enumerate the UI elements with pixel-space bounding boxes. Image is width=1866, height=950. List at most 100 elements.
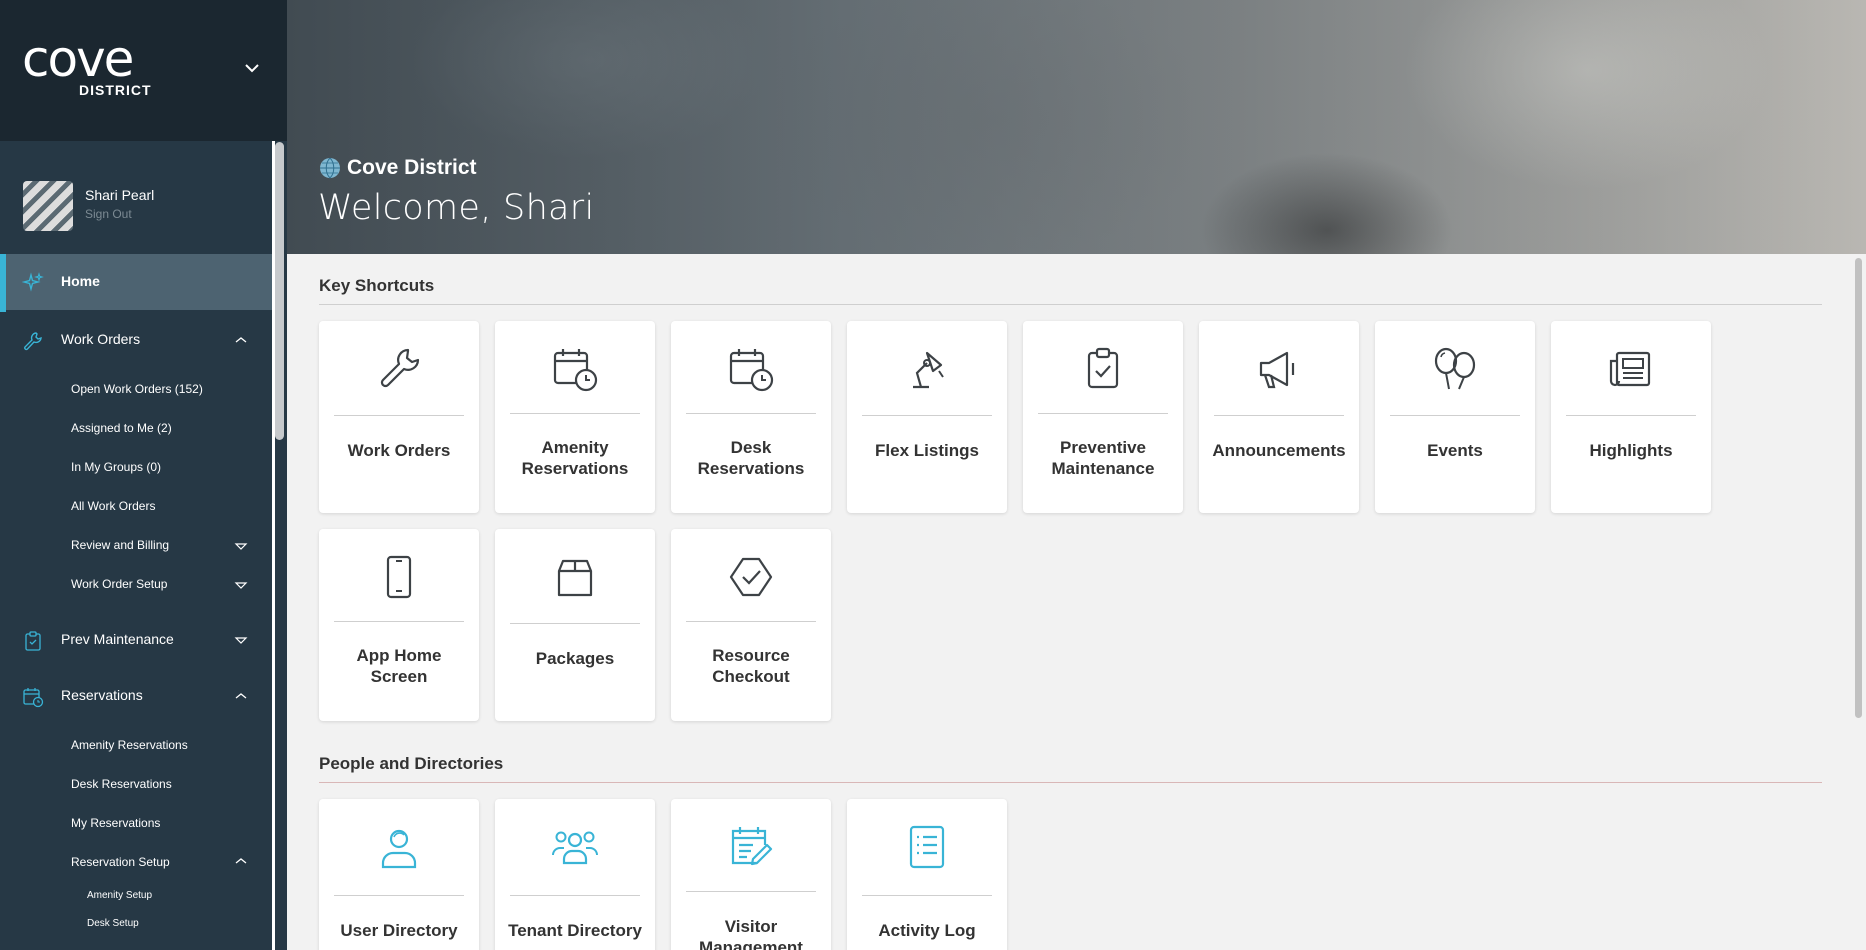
shortcut-activity-log[interactable]: Activity Log [847, 799, 1007, 950]
section-title-key-shortcuts: Key Shortcuts [319, 276, 435, 295]
sidebar-subitem-all-work-orders[interactable]: All Work Orders [71, 499, 155, 513]
sidebar-subitem-in-my-groups[interactable]: In My Groups (0) [71, 460, 161, 474]
tile-label: Visitor Management [699, 917, 803, 950]
phone-icon [386, 555, 412, 599]
chevron-down-icon[interactable] [234, 634, 248, 646]
tile-divider [686, 891, 816, 892]
shortcut-highlights[interactable]: Highlights [1551, 321, 1711, 513]
tile-divider [334, 621, 464, 622]
section-title-people-directories: People and Directories [319, 754, 504, 773]
shortcut-visitor-management[interactable]: Visitor Management [671, 799, 831, 950]
shortcut-announcements[interactable]: Announcements [1199, 321, 1359, 513]
sidebar-scroll-thumb[interactable] [275, 142, 284, 440]
sidebar-subitem-amenity-setup[interactable]: Amenity Setup [87, 890, 152, 901]
sidebar-subitem-work-order-setup[interactable]: Work Order Setup [71, 577, 167, 591]
sparkle-icon [22, 272, 44, 292]
wrench-icon [24, 332, 42, 351]
sidebar-item-label: Work Orders [61, 331, 141, 347]
logo-word: cove [22, 30, 134, 88]
sidebar-item-work-orders[interactable]: Work Orders [0, 312, 272, 368]
sidebar-item-prev-maintenance[interactable]: Prev Maintenance [0, 612, 272, 668]
newspaper-icon [1609, 351, 1651, 387]
hexagon-check-icon [729, 557, 773, 597]
sidebar-subitem-my-reservations[interactable]: My Reservations [71, 816, 160, 830]
calendar-clock-icon [23, 688, 44, 708]
main-scroll-thumb[interactable] [1855, 258, 1862, 718]
desk-lamp-icon [913, 351, 944, 389]
user-name: Shari Pearl [85, 187, 155, 203]
shortcut-events[interactable]: Events [1375, 321, 1535, 513]
sidebar-item-label: Prev Maintenance [61, 631, 174, 647]
tile-divider [862, 415, 992, 416]
tile-divider [510, 413, 640, 414]
tile-label: Announcements [1212, 441, 1346, 460]
chevron-up-icon[interactable] [234, 690, 248, 702]
calendar-clock-icon [553, 349, 598, 392]
sidebar-item-label: Home [61, 273, 100, 289]
sidebar-item-home[interactable]: Home [0, 254, 272, 312]
tile-label: Amenity Reservations [521, 438, 629, 478]
tile-divider [686, 413, 816, 414]
chevron-up-icon[interactable] [234, 334, 248, 346]
shortcut-tenant-directory[interactable]: Tenant Directory [495, 799, 655, 950]
calendar-clock-icon [729, 349, 774, 392]
tile-divider [1566, 415, 1696, 416]
shortcut-packages[interactable]: Packages [495, 529, 655, 721]
tile-divider [334, 415, 464, 416]
site-name: Cove District [319, 156, 477, 180]
package-icon [557, 559, 593, 597]
tile-divider [1390, 415, 1520, 416]
sidebar-item-label: Reservations [61, 687, 143, 703]
sidebar: cove DISTRICT Shari Pearl Sign Out Home … [0, 0, 287, 950]
tile-label: Flex Listings [875, 441, 979, 460]
tile-label: Preventive Maintenance [1051, 438, 1155, 478]
tile-label: Resource Checkout [712, 646, 790, 686]
tile-divider [334, 895, 464, 896]
tile-label: Highlights [1589, 441, 1673, 460]
avatar[interactable] [23, 181, 73, 231]
shortcut-flex-listings[interactable]: Flex Listings [847, 321, 1007, 513]
shortcut-amenity-reservations[interactable]: Amenity Reservations [495, 321, 655, 513]
sidebar-subitem-amenity-reservations[interactable]: Amenity Reservations [71, 738, 188, 752]
tile-divider [686, 621, 816, 622]
tile-divider [1038, 413, 1168, 414]
chevron-down-icon[interactable] [242, 58, 262, 78]
clipboard-check-icon [25, 631, 41, 651]
tile-label: App Home Screen [356, 646, 442, 686]
sidebar-subitem-reservation-setup[interactable]: Reservation Setup [71, 855, 170, 869]
chevron-down-icon[interactable] [234, 540, 248, 552]
sidebar-subitem-review-billing[interactable]: Review and Billing [71, 538, 169, 552]
balloons-icon [1434, 347, 1476, 390]
shortcut-work-orders[interactable]: Work Orders [319, 321, 479, 513]
active-indicator [0, 254, 6, 312]
globe-icon [320, 157, 340, 179]
shortcut-preventive-maintenance[interactable]: Preventive Maintenance [1023, 321, 1183, 513]
sign-out-link[interactable]: Sign Out [85, 207, 132, 221]
sidebar-subitem-assigned-to-me[interactable]: Assigned to Me (2) [71, 421, 172, 435]
main-scrollbar[interactable] [1852, 254, 1866, 950]
users-icon [552, 831, 598, 865]
wrench-icon [380, 348, 420, 388]
tile-divider [1214, 415, 1344, 416]
brand-header: cove DISTRICT [0, 0, 287, 141]
user-icon [381, 829, 417, 869]
logo-sub: DISTRICT [79, 82, 152, 98]
chevron-down-icon[interactable] [234, 579, 248, 591]
shortcut-desk-reservations[interactable]: Desk Reservations [671, 321, 831, 513]
sidebar-subitem-desk-reservations[interactable]: Desk Reservations [71, 777, 172, 791]
sidebar-subitem-open-work-orders[interactable]: Open Work Orders (152) [71, 382, 203, 396]
cove-district-logo[interactable]: cove DISTRICT [22, 30, 151, 98]
tile-label: Packages [535, 649, 615, 668]
sidebar-item-reservations[interactable]: Reservations [0, 668, 272, 724]
site-name-text: Cove District [347, 156, 477, 179]
shortcut-user-directory[interactable]: User Directory [319, 799, 479, 950]
chevron-up-icon[interactable] [234, 855, 248, 867]
tile-divider [510, 895, 640, 896]
shortcut-resource-checkout[interactable]: Resource Checkout [671, 529, 831, 721]
calendar-edit-icon [731, 827, 773, 866]
tile-label: User Directory [340, 921, 458, 940]
tile-divider [862, 895, 992, 896]
sidebar-subitem-desk-setup[interactable]: Desk Setup [87, 918, 139, 929]
megaphone-icon [1259, 351, 1295, 389]
shortcut-app-home-screen[interactable]: App Home Screen [319, 529, 479, 721]
